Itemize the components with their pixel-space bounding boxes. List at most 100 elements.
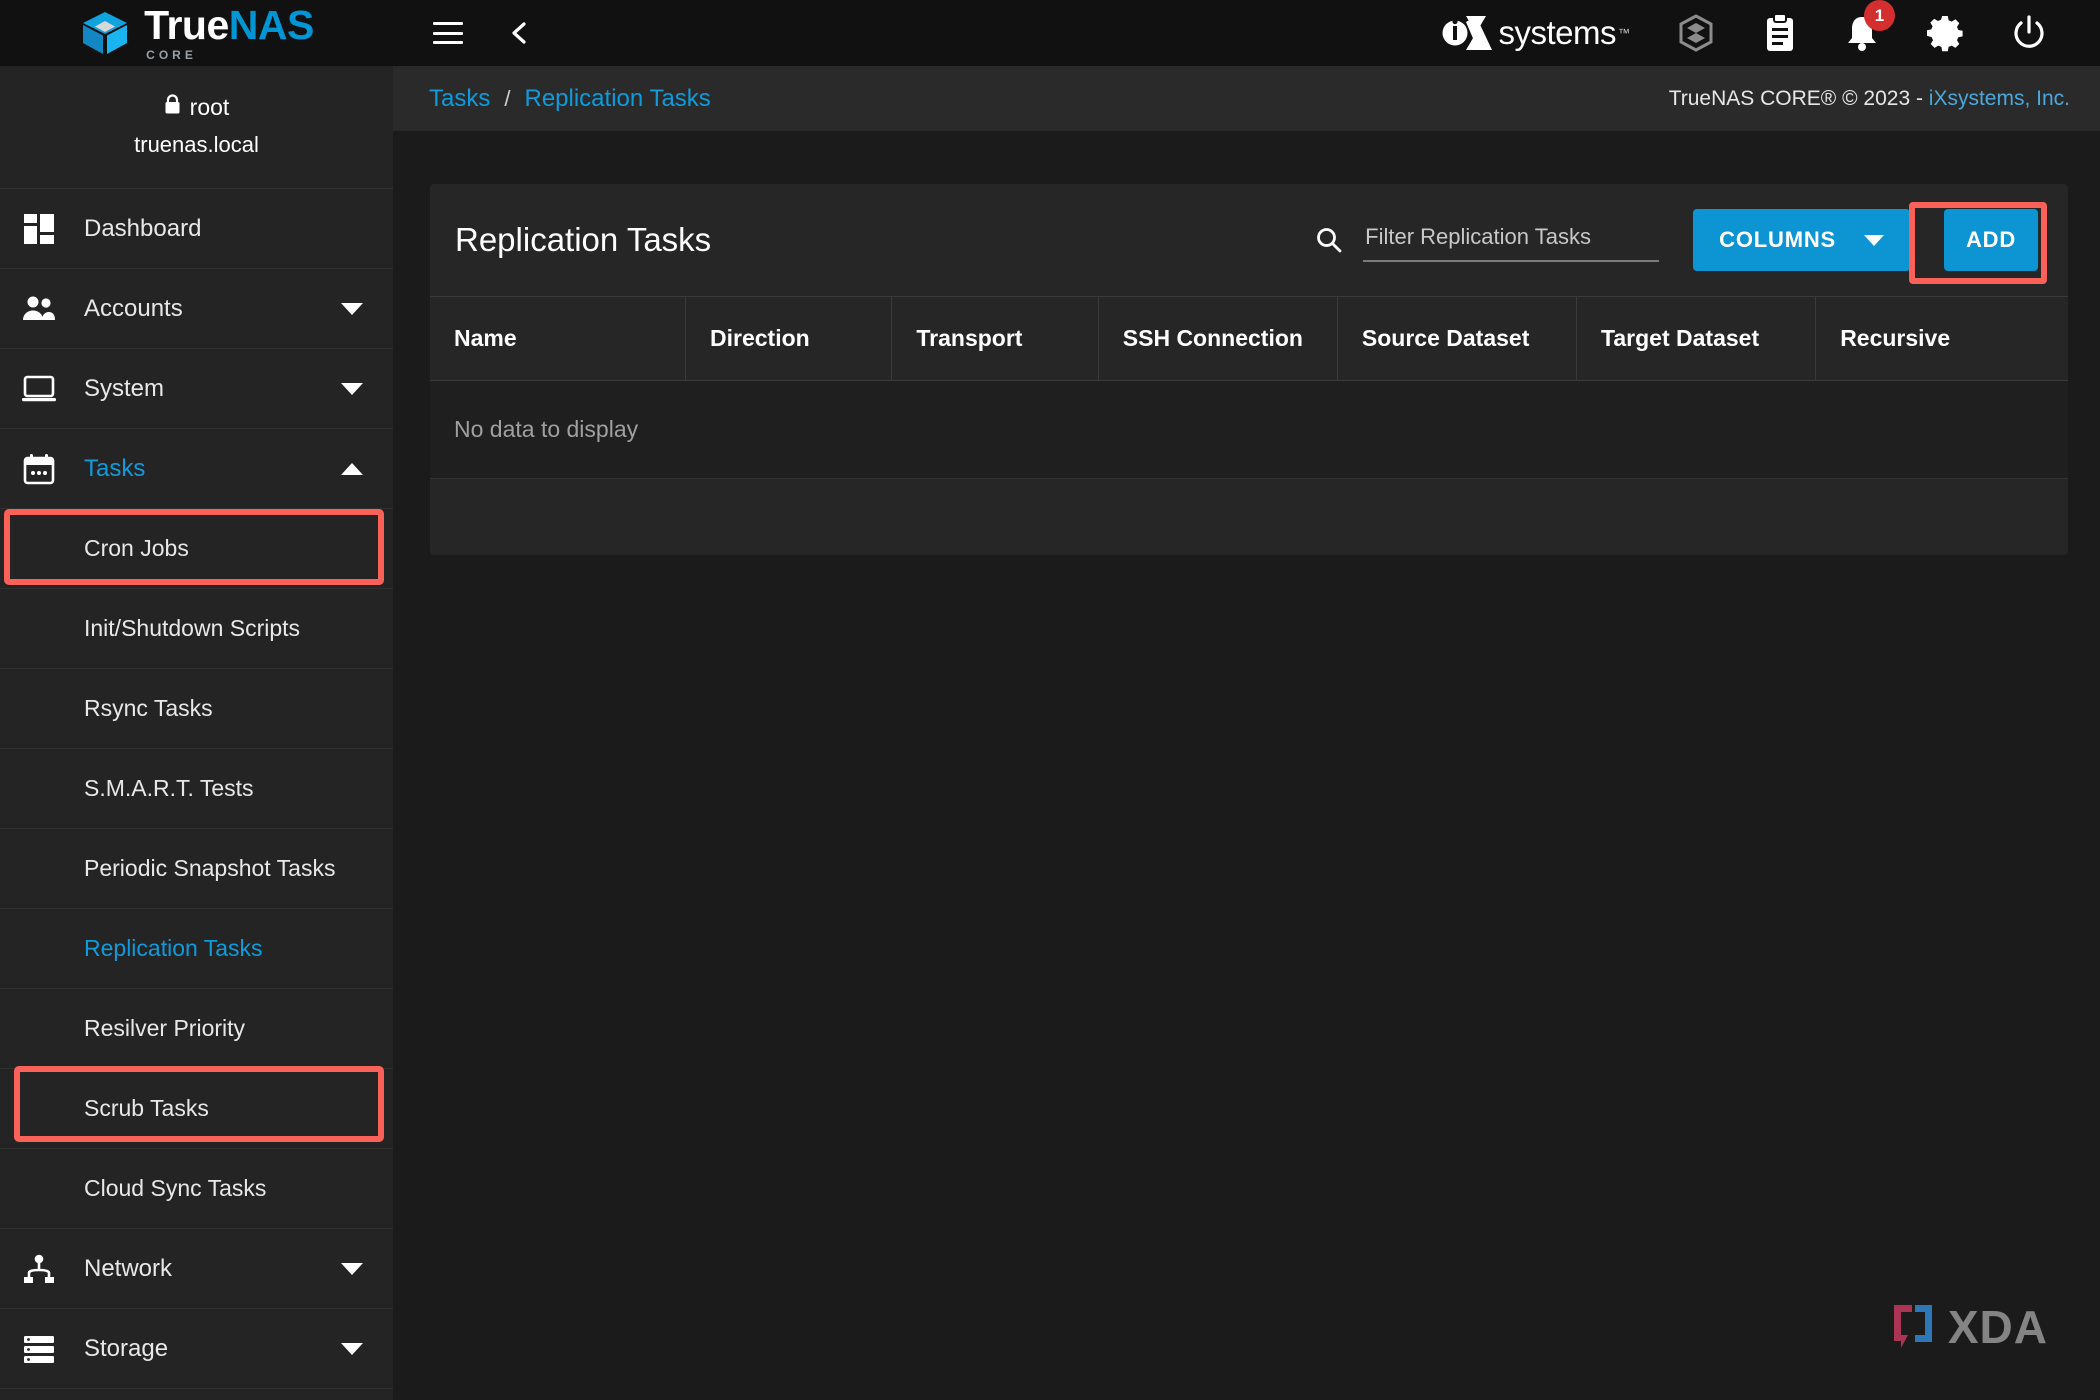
power-icon[interactable] [2010, 14, 2048, 52]
sidebar-user-block: root truenas.local [0, 66, 393, 189]
sidebar-item-label: Tasks [84, 454, 146, 482]
card-header: Replication Tasks Filter Replication Tas… [430, 184, 2068, 296]
sidebar-item-accounts[interactable]: Accounts [0, 269, 393, 349]
truenas-core-app: TrueNAS CORE systems ™ 1 root truenas.lo… [0, 0, 2100, 1400]
sidebar-subitem-label: Replication Tasks [84, 935, 263, 961]
ixsystems-logo-icon: systems ™ [1442, 12, 1630, 54]
chevron-down-icon [341, 382, 363, 396]
sidebar-subitem-scrub-tasks[interactable]: Scrub Tasks [0, 1069, 393, 1149]
chevron-down-icon [341, 302, 363, 316]
sidebar-item-label: Storage [84, 1334, 169, 1362]
ixsystems-wordmark: systems [1498, 14, 1616, 51]
main-content: Tasks / Replication Tasks TrueNAS CORE® … [393, 66, 2100, 1400]
column-header-target-dataset[interactable]: Target Dataset [1576, 296, 1817, 381]
sidebar-item-label: System [84, 374, 165, 402]
caret-down-icon [1864, 234, 1884, 246]
sidebar-subitem-label: Init/Shutdown Scripts [84, 615, 301, 641]
copyright-note: TrueNAS CORE® © 2023 - iXsystems, Inc. [1669, 87, 2070, 111]
sidebar-item-tasks[interactable]: Tasks [0, 429, 393, 509]
sidebar-subitem-label: Periodic Snapshot Tasks [84, 855, 336, 881]
body-layout: root truenas.local Dashboard Accounts Sy… [0, 66, 2100, 1400]
sidebar-subitem-rsync-tasks[interactable]: Rsync Tasks [0, 669, 393, 749]
column-header-recursive[interactable]: Recursive [1815, 296, 2068, 381]
empty-message: No data to display [430, 380, 2068, 479]
add-button[interactable]: ADD [1944, 209, 2038, 271]
breadcrumb-item-replication-tasks[interactable]: Replication Tasks [524, 85, 710, 113]
bell-alerts-icon[interactable]: 1 [1844, 0, 1895, 53]
jails-cube-icon[interactable] [1676, 13, 1716, 53]
columns-button[interactable]: COLUMNS [1693, 209, 1910, 271]
copyright-product: TrueNAS CORE® © 2023 - [1668, 86, 1929, 110]
alerts-badge-count: 1 [1864, 0, 1895, 31]
chevron-down-icon [341, 1342, 363, 1356]
chevron-left-icon[interactable] [507, 20, 533, 46]
network-hierarchy-icon [22, 1252, 56, 1286]
sidebar-item-dashboard[interactable]: Dashboard [0, 189, 393, 269]
sidebar-subitem-label: Scrub Tasks [84, 1095, 209, 1121]
system-monitor-icon [22, 372, 56, 406]
xda-wordmark: XDA [1947, 1301, 2048, 1353]
sidebar-subitem-label: Resilver Priority [84, 1015, 246, 1041]
column-header-ssh-connection[interactable]: SSH Connection [1098, 296, 1338, 381]
breadcrumb-item-tasks[interactable]: Tasks [429, 85, 490, 113]
sidebar-subitem-resilver-priority[interactable]: Resilver Priority [0, 989, 393, 1069]
column-header-direction[interactable]: Direction [685, 296, 893, 381]
search-icon [1315, 226, 1343, 254]
table-empty-row: No data to display [430, 380, 2068, 479]
sidebar-hostname: truenas.local [134, 132, 259, 157]
breadcrumb-bar: Tasks / Replication Tasks TrueNAS CORE® … [393, 66, 2100, 132]
page-content: Replication Tasks Filter Replication Tas… [393, 132, 2100, 1400]
sidebar-subitem-label: S.M.A.R.T. Tests [84, 775, 254, 801]
sidebar-item-storage[interactable]: Storage [0, 1309, 393, 1389]
add-button-label: ADD [1965, 227, 2017, 252]
breadcrumb: Tasks / Replication Tasks [429, 85, 711, 113]
brand-edition: CORE [146, 47, 197, 62]
top-bar: TrueNAS CORE systems ™ 1 [0, 0, 2100, 66]
lock-icon [164, 94, 181, 121]
tasks-calendar-icon [22, 452, 56, 486]
sidebar-subitem-smart-tests[interactable]: S.M.A.R.T. Tests [0, 749, 393, 829]
clipboard-tasks-icon[interactable] [1762, 13, 1798, 53]
card-footer [430, 479, 2068, 555]
sidebar-item-system[interactable]: System [0, 349, 393, 429]
copyright-company-link[interactable]: iXsystems, Inc. [1929, 87, 2070, 110]
sidebar-subitem-replication-tasks[interactable]: Replication Tasks [0, 909, 393, 989]
brand-name-secondary: NAS [228, 1, 315, 48]
replication-tasks-card: Replication Tasks Filter Replication Tas… [430, 184, 2068, 555]
search-input[interactable] [1363, 218, 1660, 262]
gear-settings-icon[interactable] [1926, 14, 1964, 52]
column-header-transport[interactable]: Transport [891, 296, 1099, 381]
sidebar-navigation: root truenas.local Dashboard Accounts Sy… [0, 66, 393, 1400]
accounts-people-icon [22, 292, 56, 326]
topbar-nav-controls [393, 20, 533, 46]
sidebar-subitem-cron-jobs[interactable]: Cron Jobs [0, 509, 393, 589]
column-header-source-dataset[interactable]: Source Dataset [1337, 296, 1578, 381]
columns-button-label: COLUMNS [1719, 227, 1836, 252]
chevron-up-icon [341, 462, 363, 476]
breadcrumb-separator: / [504, 85, 511, 111]
sidebar-item-label: Dashboard [84, 214, 202, 242]
chevron-down-icon [341, 1262, 363, 1276]
xda-bracket-logo-icon [1892, 1303, 1934, 1351]
search-container [1315, 218, 1660, 262]
xda-watermark: XDA [1892, 1300, 2048, 1354]
sidebar-item-network[interactable]: Network [0, 1229, 393, 1309]
brand-logo[interactable]: TrueNAS CORE [0, 0, 393, 66]
dashboard-grid-icon [22, 212, 56, 246]
page-title: Replication Tasks [455, 221, 712, 258]
sidebar-subitem-periodic-snapshot-tasks[interactable]: Periodic Snapshot Tasks [0, 829, 393, 909]
card-toolbar: COLUMNS ADD [1315, 209, 2038, 271]
sidebar-subitem-label: Rsync Tasks [84, 695, 213, 721]
sidebar-subitem-label: Cloud Sync Tasks [84, 1175, 267, 1201]
hamburger-menu-icon[interactable] [433, 22, 463, 44]
table-header: Name Direction Transport SSH Connection … [430, 296, 2068, 381]
table-body: No data to display [430, 380, 2068, 479]
sidebar-subitem-cloud-sync-tasks[interactable]: Cloud Sync Tasks [0, 1149, 393, 1229]
sidebar-item-label: Network [84, 1254, 173, 1282]
truenas-cube-logo-icon [79, 10, 131, 56]
column-header-name[interactable]: Name [430, 296, 687, 381]
sidebar-subitem-label: Cron Jobs [84, 535, 189, 561]
topbar-actions: systems ™ 1 [1442, 0, 2100, 54]
sidebar-subitem-init-shutdown-scripts[interactable]: Init/Shutdown Scripts [0, 589, 393, 669]
storage-stack-icon [22, 1332, 56, 1366]
